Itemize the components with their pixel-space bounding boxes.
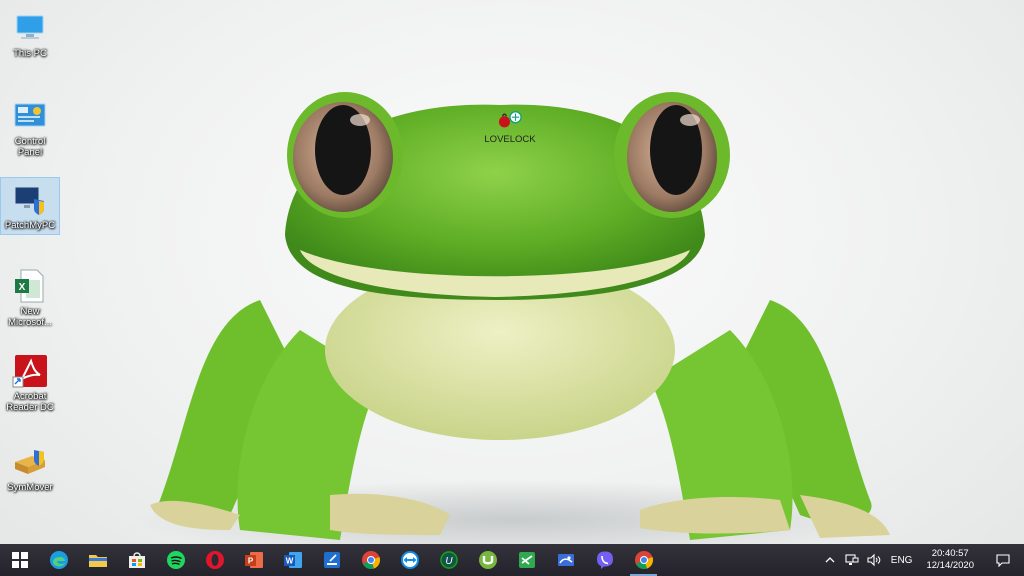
taskbar-opera[interactable] (195, 544, 234, 576)
store-icon (128, 552, 145, 568)
desktop-icon-acrobat[interactable]: Acrobat Reader DC (1, 349, 59, 416)
clock-time: 20:40:57 (931, 548, 969, 559)
blue-app-icon (557, 554, 574, 566)
wallpaper-frog-image (135, 92, 895, 544)
volume-button[interactable] (863, 544, 885, 576)
system-tray: ENG 20:40:57 12/14/2020 (819, 544, 1024, 576)
chevron-up-icon (825, 557, 835, 563)
utorrent-icon (478, 551, 497, 569)
svg-text:X: X (19, 282, 26, 293)
clock-date: 12/14/2020 (926, 560, 974, 571)
desktop-icon-this-pc[interactable]: This PC (1, 6, 59, 62)
scanner-icon (323, 552, 340, 568)
teamviewer-icon (400, 551, 419, 569)
taskbar-file-explorer[interactable] (78, 544, 117, 576)
opera-icon (205, 551, 224, 569)
network-button[interactable] (841, 544, 863, 576)
spotify-icon (166, 551, 185, 569)
upwork-icon: U (439, 551, 458, 569)
desktop-icon-patchmypc[interactable]: PatchMyPC (0, 177, 60, 235)
desktop-icon-label: Acrobat Reader DC (6, 391, 54, 413)
desktop-icon-label: SymMover (7, 482, 53, 493)
taskbar-teamviewer[interactable] (390, 544, 429, 576)
chrome-icon (634, 551, 653, 569)
folder-icon (88, 555, 107, 567)
desktop-icon-label: Control Panel (14, 136, 46, 158)
viber-icon (596, 551, 613, 569)
input-language-indicator[interactable]: ENG (885, 544, 919, 576)
taskbar-edge[interactable] (39, 544, 78, 576)
taskbar-powerpoint[interactable]: P (234, 544, 273, 576)
lovelock-icon (498, 111, 522, 128)
desktop-icon-symmover[interactable]: SymMover (1, 440, 59, 496)
excel-file-icon: X (15, 269, 44, 303)
taskbar-chrome-running[interactable] (624, 544, 663, 576)
desktop-icon-control-panel[interactable]: Control Panel (1, 94, 59, 161)
green-app-icon (518, 552, 535, 568)
taskbar-spotify[interactable] (156, 544, 195, 576)
windows-logo-icon (11, 552, 28, 568)
taskbar-word[interactable]: W (273, 544, 312, 576)
patchmypc-icon (14, 186, 44, 215)
taskbar-green-app[interactable] (507, 544, 546, 576)
start-button[interactable] (0, 544, 39, 576)
taskbar-chrome[interactable] (351, 544, 390, 576)
svg-text:W: W (285, 557, 293, 566)
powerpoint-icon: P (244, 552, 263, 568)
network-icon (845, 554, 859, 565)
taskbar-blue-app[interactable] (546, 544, 585, 576)
desktop-icon-lovelock[interactable]: LOVELOCK (481, 104, 539, 148)
control-panel-icon (14, 103, 46, 127)
svg-text:U: U (445, 556, 453, 567)
clock[interactable]: 20:40:57 12/14/2020 (918, 544, 982, 576)
desktop-icon-label: LOVELOCK (484, 134, 536, 145)
desktop-icon-new-excel[interactable]: X New Microsof... (1, 264, 59, 331)
action-center-button[interactable] (982, 544, 1024, 576)
edge-icon (49, 551, 68, 569)
acrobat-reader-icon (12, 355, 47, 388)
taskbar-utorrent[interactable] (468, 544, 507, 576)
symmover-icon (15, 450, 45, 474)
show-hidden-icons-button[interactable] (819, 544, 841, 576)
notification-icon (996, 554, 1010, 567)
taskbar-upwork[interactable]: U (429, 544, 468, 576)
taskbar: P W U ENG 20:40:57 12/14/2020 (0, 544, 1024, 576)
desktop-icon-label: This PC (13, 48, 47, 59)
taskbar-scanner[interactable] (312, 544, 351, 576)
speaker-icon (867, 553, 881, 567)
desktop-icon-label: New Microsof... (8, 306, 52, 328)
desktop-icon-label: PatchMyPC (4, 220, 56, 231)
this-pc-icon (16, 15, 44, 39)
word-icon: W (283, 552, 302, 568)
taskbar-microsoft-store[interactable] (117, 544, 156, 576)
chrome-icon (361, 551, 380, 569)
taskbar-viber[interactable] (585, 544, 624, 576)
svg-text:P: P (247, 557, 253, 566)
